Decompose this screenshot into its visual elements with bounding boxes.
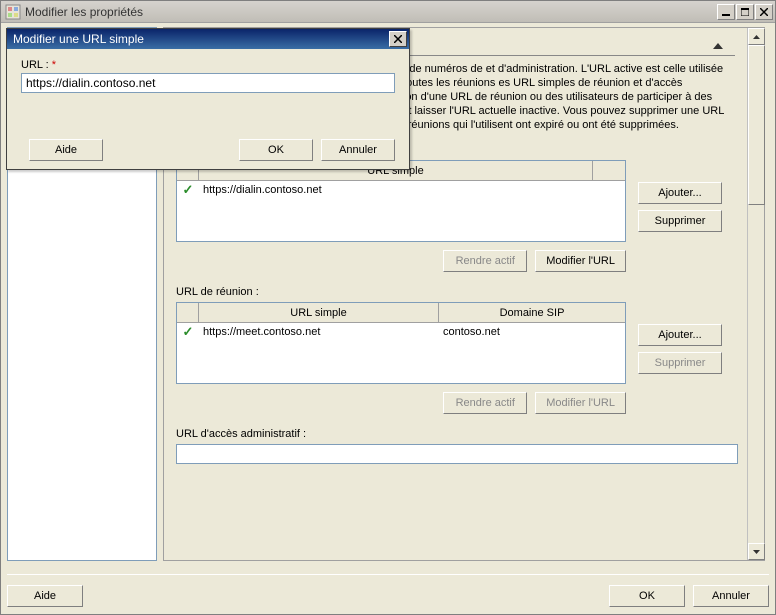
main-window-title: Modifier les propriétés [25,5,716,19]
dialin-grid: URL simple ✓ https://dialin.contoso.net [176,160,626,242]
close-button[interactable] [755,4,773,20]
dialin-grid-body[interactable]: ✓ https://dialin.contoso.net [177,181,625,241]
scroll-thumb[interactable] [748,45,765,205]
bottom-bar: Aide OK Annuler [7,574,769,608]
checkmark-icon: ✓ [177,182,199,198]
dialin-row-url: https://dialin.contoso.net [199,184,625,196]
main-help-button[interactable]: Aide [7,585,83,607]
dialog-titlebar: Modifier une URL simple [7,29,409,49]
main-ok-button[interactable]: OK [609,585,685,607]
dialog-cancel-button[interactable]: Annuler [321,139,395,161]
collapse-icon[interactable] [713,43,723,49]
meeting-modify-url-button: Modifier l'URL [535,392,626,414]
dialog-button-row: Aide OK Annuler [21,139,395,161]
window-controls [716,4,773,20]
meeting-grid: URL simple Domaine SIP ✓ https://meet.co… [176,302,626,384]
app-icon [5,4,21,20]
meeting-row-url: https://meet.contoso.net [199,326,439,338]
meeting-grid-body[interactable]: ✓ https://meet.contoso.net contoso.net [177,323,625,383]
dialog-help-button[interactable]: Aide [29,139,103,161]
dialin-add-button[interactable]: Ajouter... [638,182,722,204]
scroll-up-button[interactable] [748,28,765,45]
admin-section-label: URL d'accès administratif : [176,428,735,440]
required-asterisk: * [52,59,56,71]
checkmark-icon: ✓ [177,324,199,340]
url-field-label-row: URL : * [21,59,395,71]
meeting-grid-header: URL simple Domaine SIP [177,303,625,323]
main-titlebar: Modifier les propriétés [1,1,775,23]
dialin-remove-button[interactable]: Supprimer [638,210,722,232]
url-input[interactable] [21,73,395,93]
dialog-body: URL : * [7,49,409,99]
url-field-label: URL : [21,59,49,71]
dialog-close-button[interactable] [389,31,407,47]
dialin-header-spacer [593,161,625,180]
scroll-down-button[interactable] [748,543,765,560]
table-row[interactable]: ✓ https://dialin.contoso.net [177,181,625,199]
edit-url-dialog: Modifier une URL simple URL : * Aide OK … [6,28,410,170]
meeting-make-active-button: Rendre actif [443,392,527,414]
dialog-ok-button[interactable]: OK [239,139,313,161]
meeting-header-sip: Domaine SIP [439,303,625,322]
dialin-modify-url-button[interactable]: Modifier l'URL [535,250,626,272]
meeting-remove-button: Supprimer [638,352,722,374]
meeting-header-check [177,303,199,322]
table-row[interactable]: ✓ https://meet.contoso.net contoso.net [177,323,625,341]
main-cancel-button[interactable]: Annuler [693,585,769,607]
meeting-header-url: URL simple [199,303,439,322]
dialin-make-active-button: Rendre actif [443,250,527,272]
scrollbar[interactable] [747,28,764,560]
minimize-button[interactable] [717,4,735,20]
maximize-button[interactable] [736,4,754,20]
admin-url-input[interactable] [176,444,738,464]
meeting-row-sip: contoso.net [439,326,625,338]
meeting-add-button[interactable]: Ajouter... [638,324,722,346]
dialog-title: Modifier une URL simple [13,32,389,46]
meeting-section-label: URL de réunion : [176,286,735,298]
